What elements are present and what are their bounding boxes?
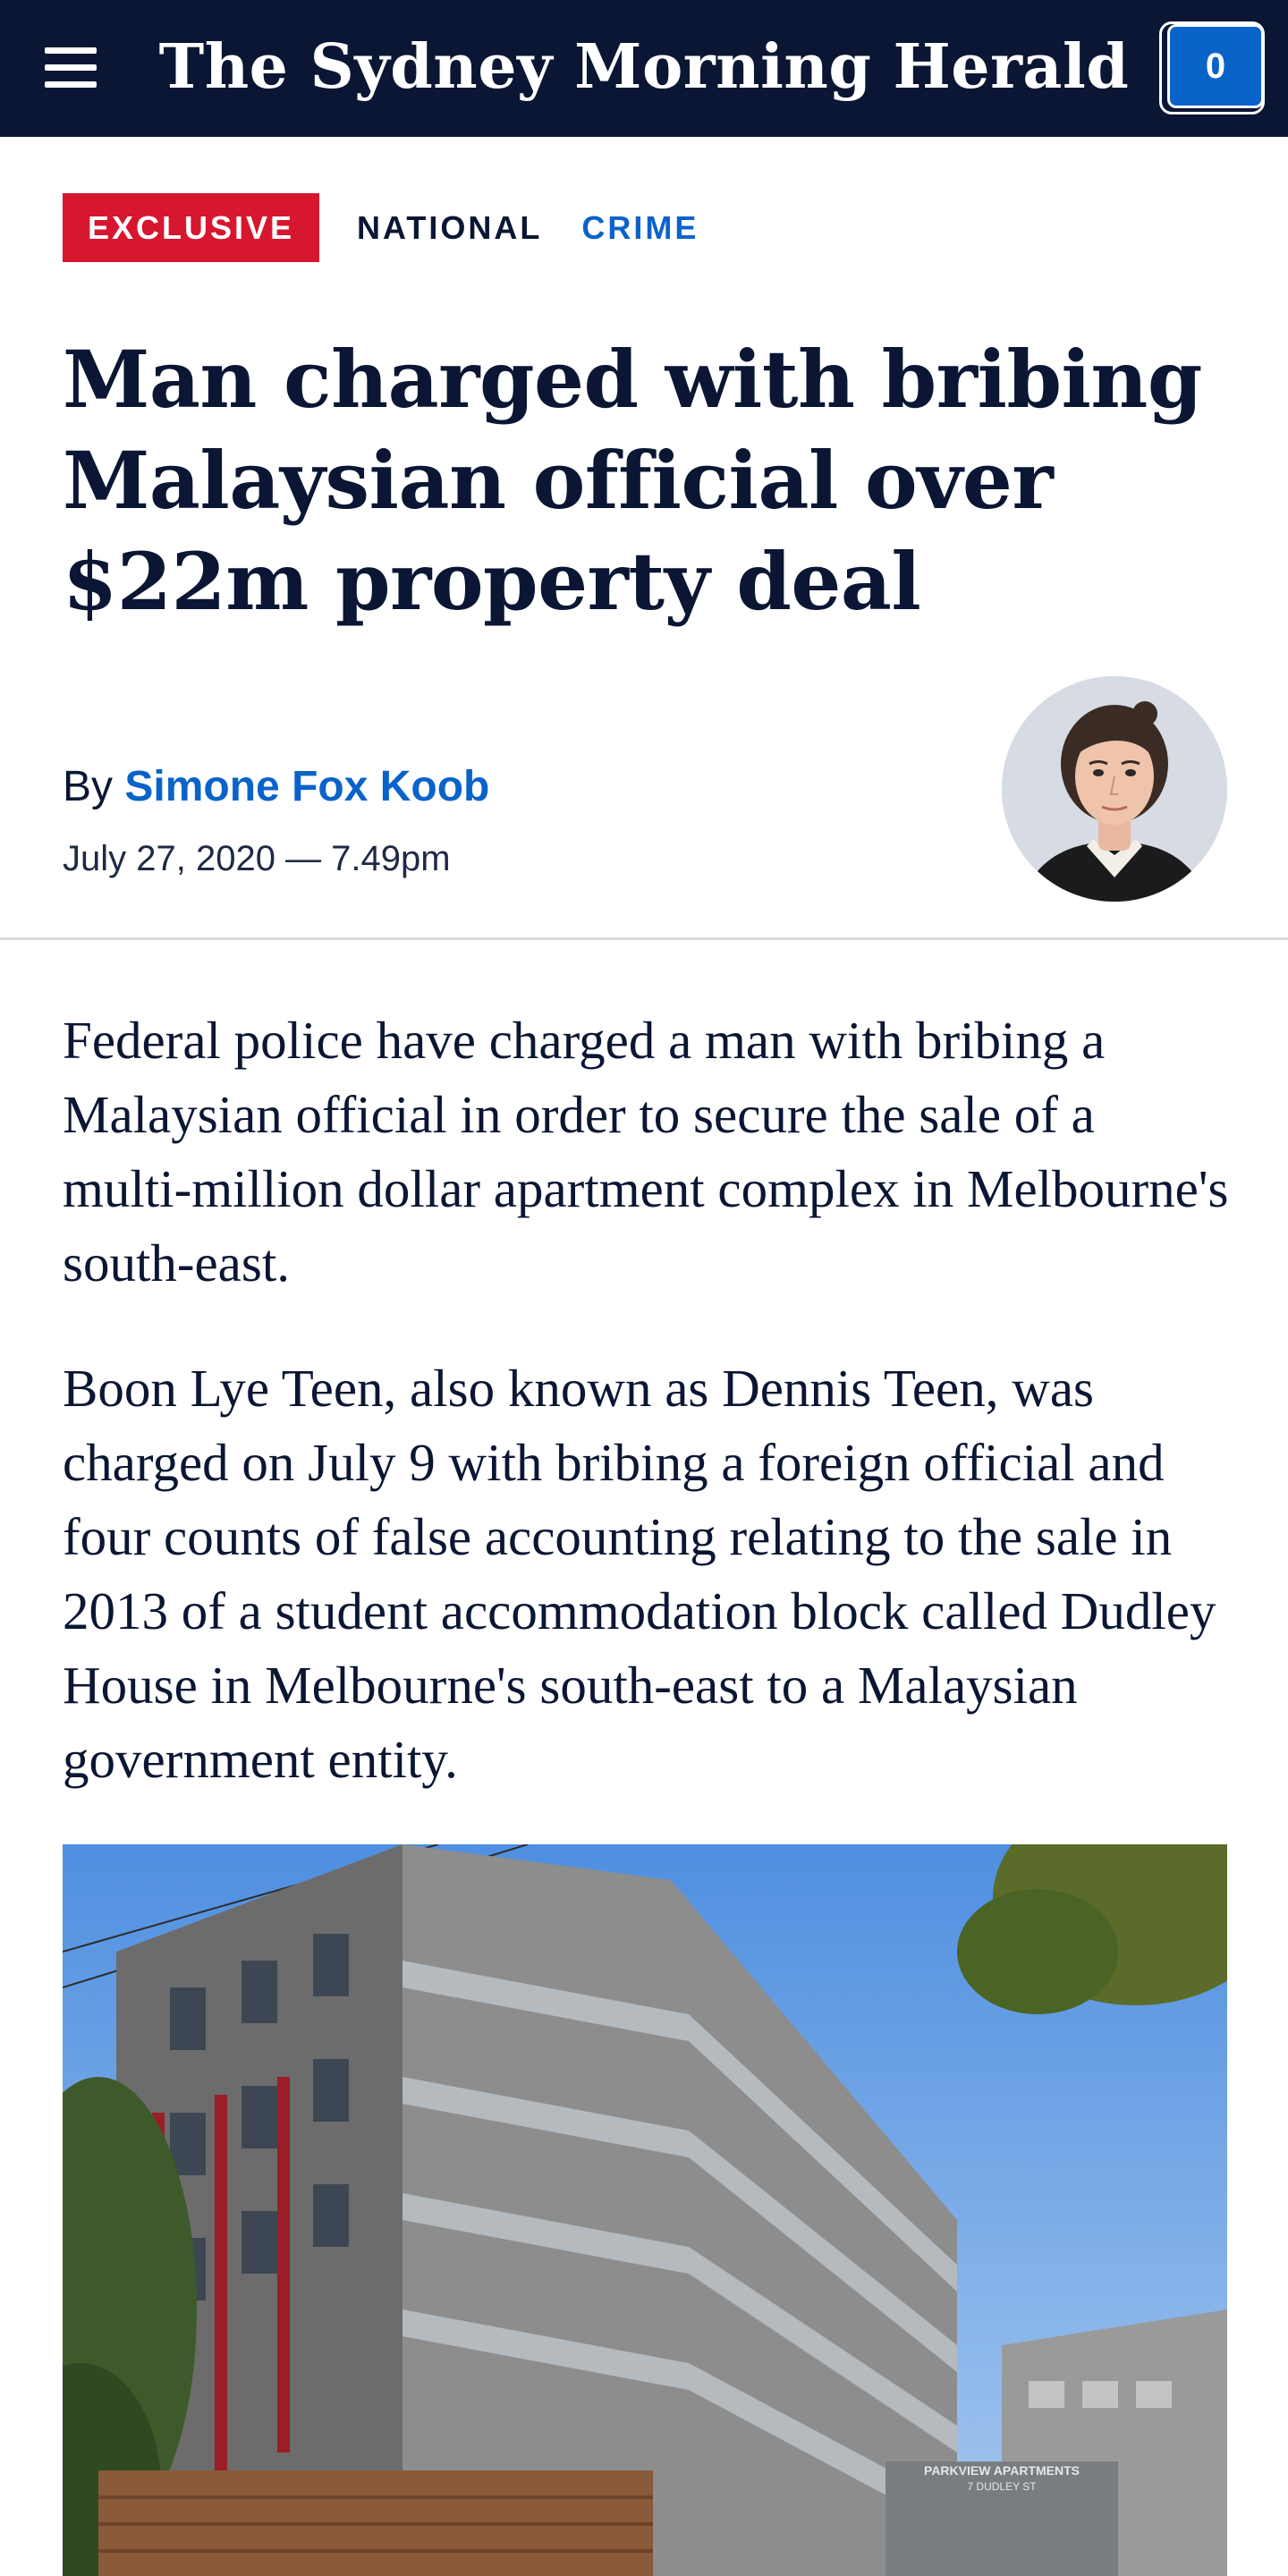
apartment-building-image: PARKVIEW APARTMENTS 7 DUDLEY ST xyxy=(63,1844,1227,2576)
tag-crime[interactable]: CRIME xyxy=(581,209,699,247)
article-paragraph: Boon Lye Teen, also known as Dennis Teen… xyxy=(63,1359,1216,1789)
hamburger-menu-icon[interactable] xyxy=(45,38,104,97)
tag-national[interactable]: NATIONAL xyxy=(357,209,542,247)
article-tags: EXCLUSIVE NATIONAL CRIME xyxy=(63,193,699,262)
menu-line xyxy=(45,80,97,88)
masthead-logo-link[interactable]: The Sydney Morning Herald xyxy=(159,31,1130,103)
saved-articles-button[interactable]: 0 xyxy=(1159,21,1265,114)
byline-prefix: By xyxy=(63,763,114,810)
author-avatar[interactable] xyxy=(1002,676,1227,902)
article-photo[interactable]: PARKVIEW APARTMENTS 7 DUDLEY ST xyxy=(63,1844,1227,2576)
photo-sign-subtext: 7 DUDLEY ST xyxy=(967,2480,1037,2493)
photo-sign-text: PARKVIEW APARTMENTS xyxy=(924,2463,1080,2478)
author-portrait xyxy=(1002,676,1227,902)
menu-line xyxy=(45,47,97,54)
publish-date: July 27, 2020 — 7.49pm xyxy=(63,839,451,878)
menu-line xyxy=(45,64,97,71)
exclusive-badge: EXCLUSIVE xyxy=(63,193,320,262)
byline: By Simone Fox Koob xyxy=(63,762,489,811)
article-paragraph: Federal police have charged a man with b… xyxy=(63,1011,1229,1292)
author-link[interactable]: Simone Fox Koob xyxy=(124,763,489,810)
masthead: The Sydney Morning Herald xyxy=(0,27,1288,107)
article-headline: Man charged with bribing Malaysian offic… xyxy=(63,333,1202,628)
saved-count: 0 xyxy=(1167,24,1264,108)
site-header: The Sydney Morning Herald 0 xyxy=(0,0,1288,137)
section-divider xyxy=(0,937,1288,940)
